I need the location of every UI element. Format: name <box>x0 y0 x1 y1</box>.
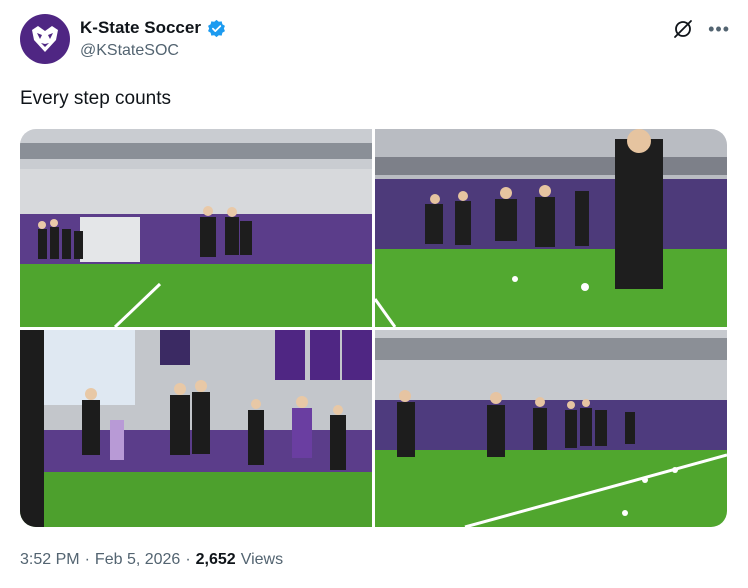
wildcat-logo-icon <box>32 26 58 52</box>
photo-1[interactable] <box>20 129 372 327</box>
display-name[interactable]: K-State Soccer <box>80 18 201 38</box>
name-row: K-State Soccer <box>80 18 226 38</box>
grok-icon[interactable] <box>672 18 694 40</box>
post-time[interactable]: 3:52 PM <box>20 551 80 569</box>
more-options-icon[interactable]: ••• <box>708 20 730 38</box>
views-count: 2,652 <box>195 551 236 568</box>
verified-badge-icon <box>207 19 225 37</box>
post-date[interactable]: Feb 5, 2026 <box>95 551 180 569</box>
media-grid <box>20 129 727 527</box>
meta-separator: · <box>84 551 90 568</box>
handle[interactable]: @KStateSOC <box>80 42 179 60</box>
tweet-header: K-State Soccer @KStateSOC ••• <box>20 14 730 66</box>
photo-2[interactable] <box>375 129 727 327</box>
top-actions: ••• <box>672 18 730 40</box>
tweet-text: Every step counts <box>20 88 172 109</box>
meta-separator-2: · <box>185 551 191 568</box>
photo-4[interactable] <box>375 330 727 527</box>
avatar[interactable] <box>20 14 70 64</box>
views-label: Views <box>240 551 284 568</box>
photo-3[interactable] <box>20 330 372 527</box>
tweet-meta: 3:52 PM · Feb 5, 2026 · 2,652 Views <box>20 551 283 569</box>
